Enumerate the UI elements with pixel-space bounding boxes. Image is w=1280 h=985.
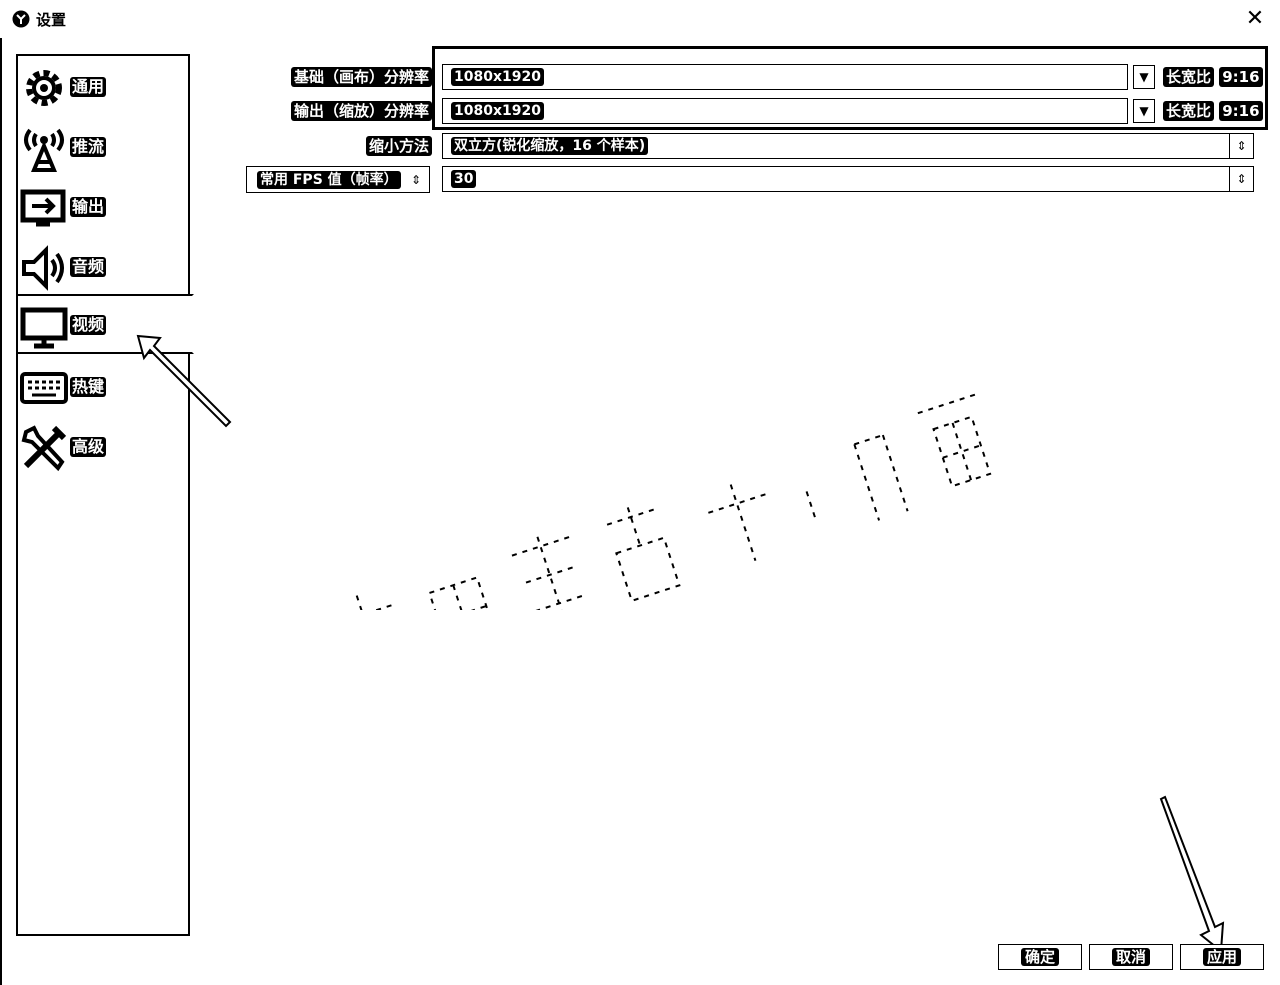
sidebar-item-label: 音频 bbox=[70, 257, 107, 277]
sidebar-item-label: 推流 bbox=[70, 137, 107, 157]
chevron-down-icon[interactable]: ▼ bbox=[1133, 99, 1155, 123]
fps-value-combobox[interactable]: 30 ⇕ bbox=[442, 166, 1254, 192]
spin-arrows-icon[interactable]: ⇕ bbox=[1229, 133, 1253, 159]
sidebar-item-label: 输出 bbox=[70, 197, 107, 217]
spin-arrows-icon[interactable]: ⇕ bbox=[407, 169, 425, 191]
sidebar-item-audio[interactable]: 音频 bbox=[18, 238, 188, 298]
fps-type-label: 常用 FPS 值（帧率） bbox=[257, 171, 401, 189]
sidebar-item-general[interactable]: 通用 bbox=[18, 58, 188, 118]
close-icon[interactable]: ✕ bbox=[1240, 4, 1270, 34]
base-resolution-label: 基础（画布）分辨率 bbox=[284, 67, 432, 87]
sidebar-item-output[interactable]: 输出 bbox=[18, 178, 188, 238]
window-border bbox=[0, 38, 2, 985]
sidebar-item-hotkeys[interactable]: 热键 bbox=[18, 358, 188, 418]
output-aspect-ratio: 长宽比 9:16 bbox=[1163, 101, 1263, 121]
speaker-icon bbox=[22, 245, 64, 291]
monitor-icon bbox=[20, 307, 68, 349]
chevron-down-icon[interactable]: ▼ bbox=[1133, 65, 1155, 89]
spin-arrows-icon[interactable]: ⇕ bbox=[1229, 166, 1253, 192]
downscale-filter-value: 双立方(锐化缩放，16 个样本) bbox=[451, 137, 649, 155]
cancel-button[interactable]: 取消 bbox=[1089, 944, 1173, 970]
tools-icon bbox=[21, 425, 67, 472]
apply-button[interactable]: 应用 bbox=[1180, 944, 1264, 970]
apply-button-label: 应用 bbox=[1202, 948, 1241, 966]
sidebar-item-label: 视频 bbox=[70, 315, 107, 335]
pointer-arrow-apply bbox=[1159, 795, 1225, 953]
cancel-button-label: 取消 bbox=[1111, 948, 1150, 966]
output-resolution-combobox[interactable]: 1080x1920 bbox=[442, 98, 1128, 124]
sidebar-item-advanced[interactable]: 高级 bbox=[18, 418, 188, 478]
base-resolution-combobox[interactable]: 1080x1920 bbox=[442, 64, 1128, 90]
sidebar-item-video[interactable]: 视频 bbox=[18, 294, 194, 354]
keyboard-icon bbox=[20, 372, 68, 404]
output-resolution-value: 1080x1920 bbox=[451, 102, 544, 120]
output-resolution-label: 输出（缩放）分辨率 bbox=[284, 101, 432, 121]
base-resolution-value: 1080x1920 bbox=[451, 68, 544, 86]
title-bar: 设置 ✕ bbox=[0, 0, 1280, 38]
fps-type-select[interactable]: 常用 FPS 值（帧率） ⇕ bbox=[246, 166, 430, 193]
output-icon bbox=[20, 189, 66, 227]
downscale-filter-label: 缩小方法 bbox=[284, 136, 432, 156]
settings-sidebar: 通用 推流 输出 音频 视频 热键 高级 bbox=[16, 54, 194, 936]
obs-logo-icon bbox=[12, 10, 30, 28]
ok-button-label: 确定 bbox=[1020, 948, 1059, 966]
sidebar-item-label: 热键 bbox=[70, 377, 107, 397]
sidebar-item-label: 通用 bbox=[70, 77, 107, 97]
window-title: 设置 bbox=[36, 11, 67, 29]
watermark bbox=[334, 393, 992, 610]
fps-value: 30 bbox=[451, 170, 477, 188]
base-aspect-ratio: 长宽比 9:16 bbox=[1163, 67, 1263, 87]
ok-button[interactable]: 确定 bbox=[998, 944, 1082, 970]
broadcast-icon bbox=[24, 128, 64, 172]
sidebar-item-stream[interactable]: 推流 bbox=[18, 118, 188, 178]
sidebar-item-label: 高级 bbox=[70, 437, 107, 457]
gear-icon bbox=[26, 70, 62, 106]
downscale-filter-combobox[interactable]: 双立方(锐化缩放，16 个样本) ⇕ bbox=[442, 133, 1254, 159]
